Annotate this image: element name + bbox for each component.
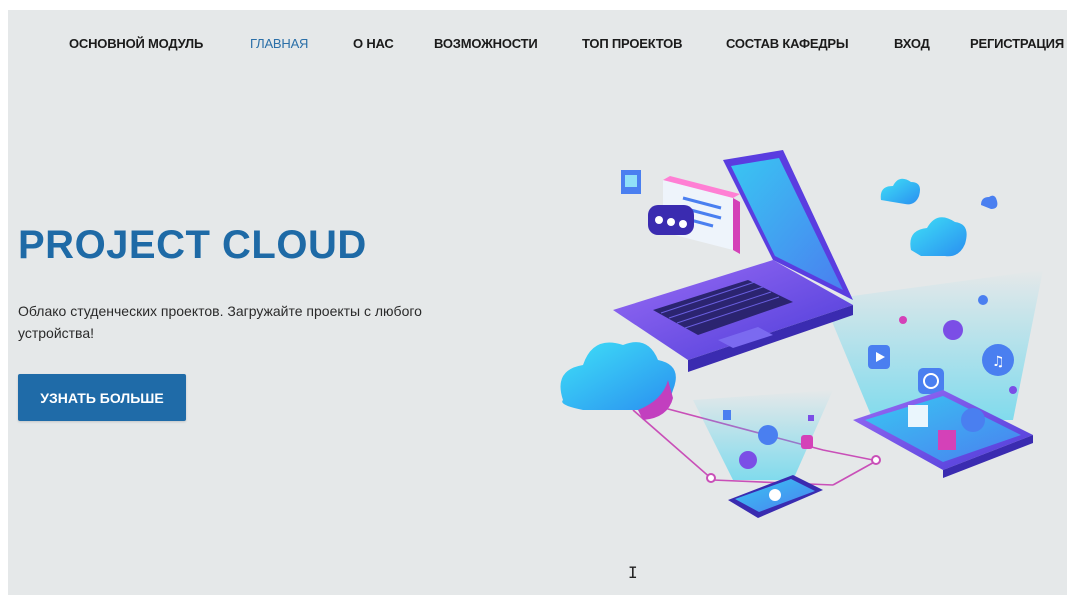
nav-item-home[interactable]: ГЛАВНАЯ <box>250 36 308 51</box>
nav-item-login[interactable]: ВХОД <box>894 36 930 51</box>
nav-item-features[interactable]: ВОЗМОЖНОСТИ <box>434 36 538 51</box>
dots-bubble <box>648 205 694 235</box>
svg-text:♫: ♫ <box>992 354 1005 370</box>
text-cursor-icon: I <box>628 563 638 582</box>
cloud-medium <box>910 217 967 257</box>
cloud-left <box>560 342 676 420</box>
nav-item-register[interactable]: РЕГИСТРАЦИЯ <box>970 36 1064 51</box>
nav-item-about[interactable]: О НАС <box>353 36 394 51</box>
cloud-devices-illustration: ♫ <box>560 150 1043 518</box>
nav-item-main-module[interactable]: ОСНОВНОЙ МОДУЛЬ <box>69 36 203 51</box>
small-app-icon <box>621 170 641 194</box>
nav-item-department[interactable]: СОСТАВ КАФЕДРЫ <box>726 36 849 51</box>
learn-more-button[interactable]: УЗНАТЬ БОЛЬШЕ <box>18 374 186 421</box>
nav-item-top-projects[interactable]: ТОП ПРОЕКТОВ <box>582 36 682 51</box>
cloud-tiny <box>981 195 998 209</box>
page: ОСНОВНОЙ МОДУЛЬ ГЛАВНАЯ О НАС ВОЗМОЖНОСТ… <box>8 10 1067 595</box>
main-nav: ОСНОВНОЙ МОДУЛЬ ГЛАВНАЯ О НАС ВОЗМОЖНОСТ… <box>8 36 1067 56</box>
hero-title: PROJECT CLOUD <box>18 223 367 267</box>
cloud-small-1 <box>880 178 920 205</box>
hero-description: Облако студенческих проектов. Загружайте… <box>18 303 422 341</box>
laptop <box>613 150 853 372</box>
